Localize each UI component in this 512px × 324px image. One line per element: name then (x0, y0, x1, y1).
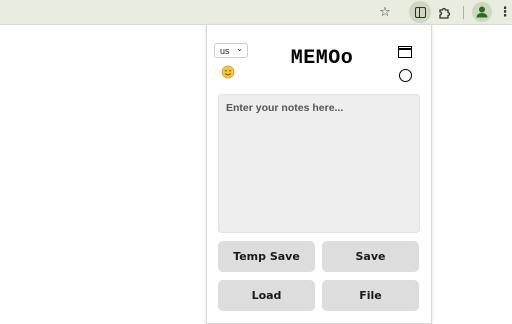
window-icon[interactable] (398, 46, 412, 58)
save-button[interactable]: Save (322, 241, 419, 272)
memo-popup: us ⌄ MEMOo Temp Save Save Load File (206, 24, 432, 324)
language-select[interactable]: us ⌄ (214, 43, 248, 58)
browser-toolbar: ☆ ⋮ (0, 0, 512, 24)
temp-save-button[interactable]: Temp Save (218, 241, 315, 272)
toolbar-divider (463, 6, 464, 19)
kebab-menu-icon[interactable]: ⋮ (499, 2, 512, 22)
notes-input[interactable] (218, 94, 420, 233)
circle-icon[interactable] (399, 69, 412, 82)
smiley-icon[interactable] (221, 65, 235, 79)
file-button[interactable]: File (322, 280, 419, 311)
side-panel-icon (414, 6, 426, 18)
star-icon[interactable]: ☆ (375, 2, 395, 22)
side-panel-button[interactable] (409, 1, 431, 23)
profile-icon[interactable] (472, 2, 492, 22)
puzzle-icon[interactable] (435, 2, 455, 22)
load-button[interactable]: Load (218, 280, 315, 311)
chevron-down-icon: ⌄ (236, 44, 243, 53)
language-select-value: us (220, 45, 230, 56)
app-title: MEMOo (290, 47, 354, 70)
